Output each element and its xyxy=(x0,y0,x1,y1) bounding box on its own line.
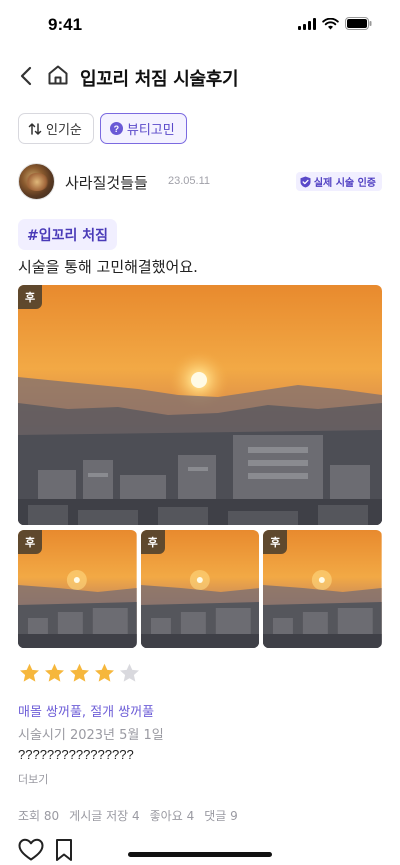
review-body: ???????????????? xyxy=(18,747,134,762)
sort-button[interactable]: 인기순 xyxy=(18,113,94,144)
status-icons xyxy=(298,17,372,30)
verified-label: 실제 시술 인증 xyxy=(313,178,376,189)
shield-check-icon xyxy=(300,176,311,187)
after-label: 후 xyxy=(263,530,288,554)
like-button[interactable] xyxy=(18,838,44,862)
sort-arrows-icon xyxy=(28,122,42,135)
post-text: 시술을 통해 고민해결했어요. xyxy=(18,258,198,276)
star-filled-icon xyxy=(45,663,64,682)
avatar[interactable] xyxy=(18,163,55,200)
save-count: 게시글 저장 4 xyxy=(69,809,140,823)
header: 입꼬리 처짐 시술후기 xyxy=(0,56,400,96)
post-stats: 조회 80 게시글 저장 4 좋아요 4 댓글 9 xyxy=(18,807,238,824)
thumbnail-photo[interactable]: 후 xyxy=(18,530,137,648)
question-circle-icon: ? xyxy=(109,122,123,135)
more-link[interactable]: 더보기 xyxy=(18,771,48,787)
star-filled-icon xyxy=(20,663,39,682)
sort-label: 인기순 xyxy=(46,123,82,138)
thumbnail-row: 후 후 후 xyxy=(18,530,383,648)
back-button[interactable] xyxy=(14,62,38,90)
thumbnail-photo[interactable]: 후 xyxy=(140,530,260,648)
verified-badge: 실제 시술 인증 xyxy=(295,172,382,191)
star-empty-icon xyxy=(120,663,139,682)
star-filled-icon xyxy=(95,663,114,682)
after-label: 후 xyxy=(18,285,42,309)
post-date: 23.05.11 xyxy=(168,175,211,187)
cellular-signal-icon xyxy=(298,17,316,30)
home-icon xyxy=(48,65,68,85)
bookmark-icon xyxy=(56,839,72,861)
chevron-left-icon xyxy=(20,66,32,86)
battery-icon xyxy=(345,17,372,30)
post-tag[interactable]: #입꼬리 처짐 xyxy=(18,219,118,250)
heart-icon xyxy=(18,838,44,861)
treatment-date: 시술시기 2023년 5월 1일 xyxy=(18,728,164,743)
star-filled-icon xyxy=(70,663,89,682)
after-label: 후 xyxy=(140,530,165,554)
home-button[interactable] xyxy=(44,61,72,89)
status-time: 9:41 xyxy=(48,15,83,34)
star-rating xyxy=(18,662,141,685)
thumbnail-photo[interactable]: 후 xyxy=(263,530,383,648)
bookmark-button[interactable] xyxy=(54,838,74,862)
treatment-names[interactable]: 매몰 쌍꺼풀, 절개 쌍꺼풀 xyxy=(18,701,154,720)
category-label: 뷰티고민 xyxy=(126,123,175,138)
page-title: 입꼬리 처짐 시술후기 xyxy=(80,69,239,90)
home-indicator xyxy=(128,852,272,857)
after-label: 후 xyxy=(18,530,42,554)
author-name[interactable]: 사라질것들들 xyxy=(65,172,148,193)
view-count: 조회 80 xyxy=(18,809,60,823)
filter-bar: 인기순 ? 뷰티고민 xyxy=(18,113,187,144)
status-bar: 9:41 xyxy=(0,0,400,50)
author-row: 사라질것들들 23.05.11 실제 시술 인증 xyxy=(18,163,382,201)
like-count: 좋아요 4 xyxy=(149,809,195,823)
comment-count: 댓글 9 xyxy=(204,809,238,823)
wifi-icon xyxy=(322,17,339,29)
sunset-photo xyxy=(18,285,382,525)
category-filter-button[interactable]: ? 뷰티고민 xyxy=(99,113,187,144)
main-photo[interactable]: 후 xyxy=(18,285,382,525)
